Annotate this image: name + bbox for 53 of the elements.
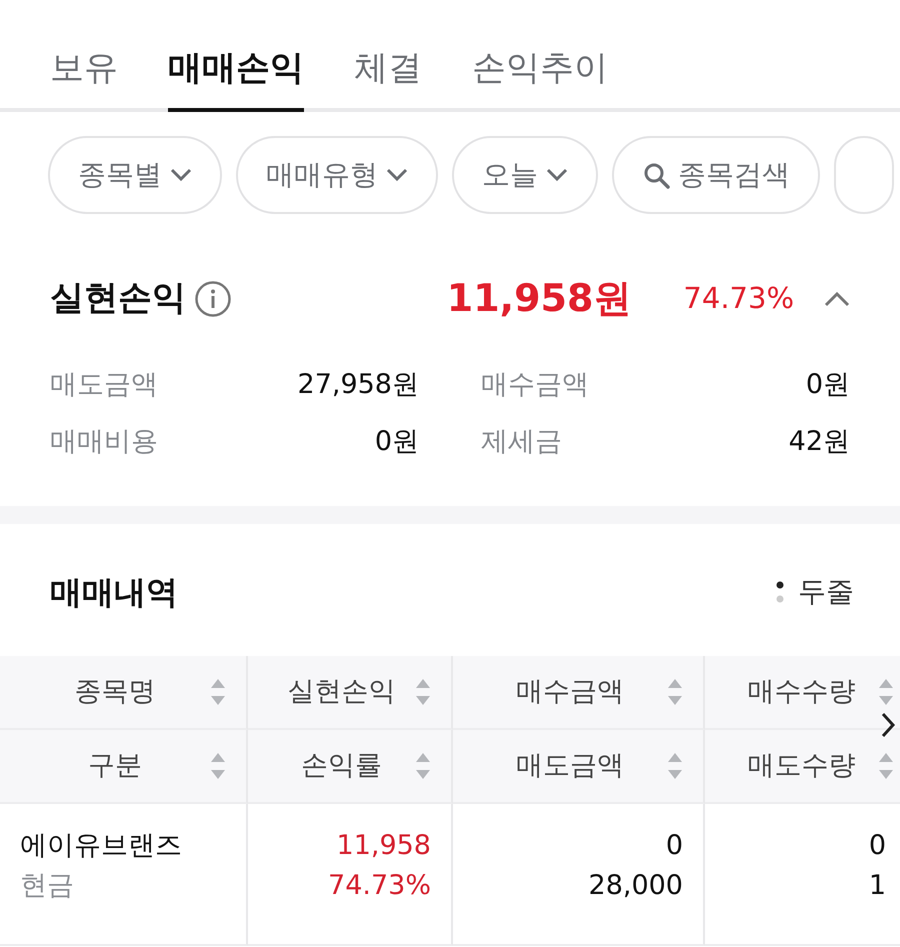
sort-icon: [667, 751, 683, 781]
detail-label: 매수금액: [481, 368, 589, 402]
tab[interactable]: 보유: [50, 0, 118, 112]
column-header[interactable]: 매수금액: [453, 656, 705, 730]
table-cell-text: 74.73%: [327, 870, 431, 903]
table-cell-text: 11,958: [336, 830, 431, 862]
detail-label: 매도금액: [50, 368, 158, 402]
chevron-down-icon: [386, 168, 408, 182]
filter-dropdown[interactable]: 오늘: [452, 136, 598, 214]
sort-icon: [415, 677, 431, 707]
sort-icon: [878, 751, 894, 781]
table-cell-text: 0: [868, 830, 886, 862]
sort-icon: [415, 751, 431, 781]
view-toggle[interactable]: 두줄: [776, 571, 854, 613]
table-cell-text: 에이유브랜즈: [20, 830, 183, 862]
column-header[interactable]: 매수수량: [705, 656, 900, 730]
column-header[interactable]: 손익률: [248, 730, 453, 804]
column-header[interactable]: 실현손익: [248, 656, 453, 730]
tab[interactable]: 체결: [354, 0, 422, 112]
chevron-down-icon: [546, 168, 568, 182]
sort-icon: [878, 677, 894, 707]
detail-value: 0원: [374, 424, 419, 458]
column-header[interactable]: 구분: [0, 730, 248, 804]
table-cell-text: 1: [868, 870, 886, 903]
summary-title: 실현손익: [50, 277, 186, 320]
info-icon[interactable]: [194, 280, 232, 318]
sort-icon: [667, 677, 683, 707]
table-cell-text: 28,000: [588, 870, 683, 903]
sort-icon: [210, 677, 226, 707]
detail-label: 제세금: [481, 424, 562, 458]
tab[interactable]: 손익추이: [472, 0, 608, 112]
chevron-right-icon[interactable]: [880, 712, 896, 738]
table-cell-text: 현금: [20, 870, 75, 903]
column-header[interactable]: 종목명: [0, 656, 248, 730]
filter-dropdown[interactable]: 종목별: [48, 136, 222, 214]
search-icon: [642, 161, 670, 189]
detail-label: 매매비용: [50, 424, 158, 458]
two-dots-icon: [776, 581, 784, 603]
profit-rate: 74.73%: [683, 280, 794, 317]
detail-value: 0원: [806, 368, 850, 402]
tab[interactable]: 매매손익: [168, 0, 304, 112]
filter-dropdown[interactable]: 매매유형: [236, 136, 438, 214]
chevron-up-icon[interactable]: [824, 290, 850, 306]
table-cell-text: 0: [664, 830, 683, 862]
search-button[interactable]: 종목검색: [612, 136, 820, 214]
column-header[interactable]: 매도금액: [453, 730, 705, 804]
detail-value: 42원: [788, 424, 850, 458]
profit-amount: 11,958원: [446, 275, 632, 322]
chevron-down-icon: [170, 168, 192, 182]
column-header[interactable]: 매도수량: [705, 730, 900, 804]
sort-icon: [210, 751, 226, 781]
detail-value: 27,958원: [298, 368, 419, 402]
section-title: 매매내역: [50, 572, 178, 613]
